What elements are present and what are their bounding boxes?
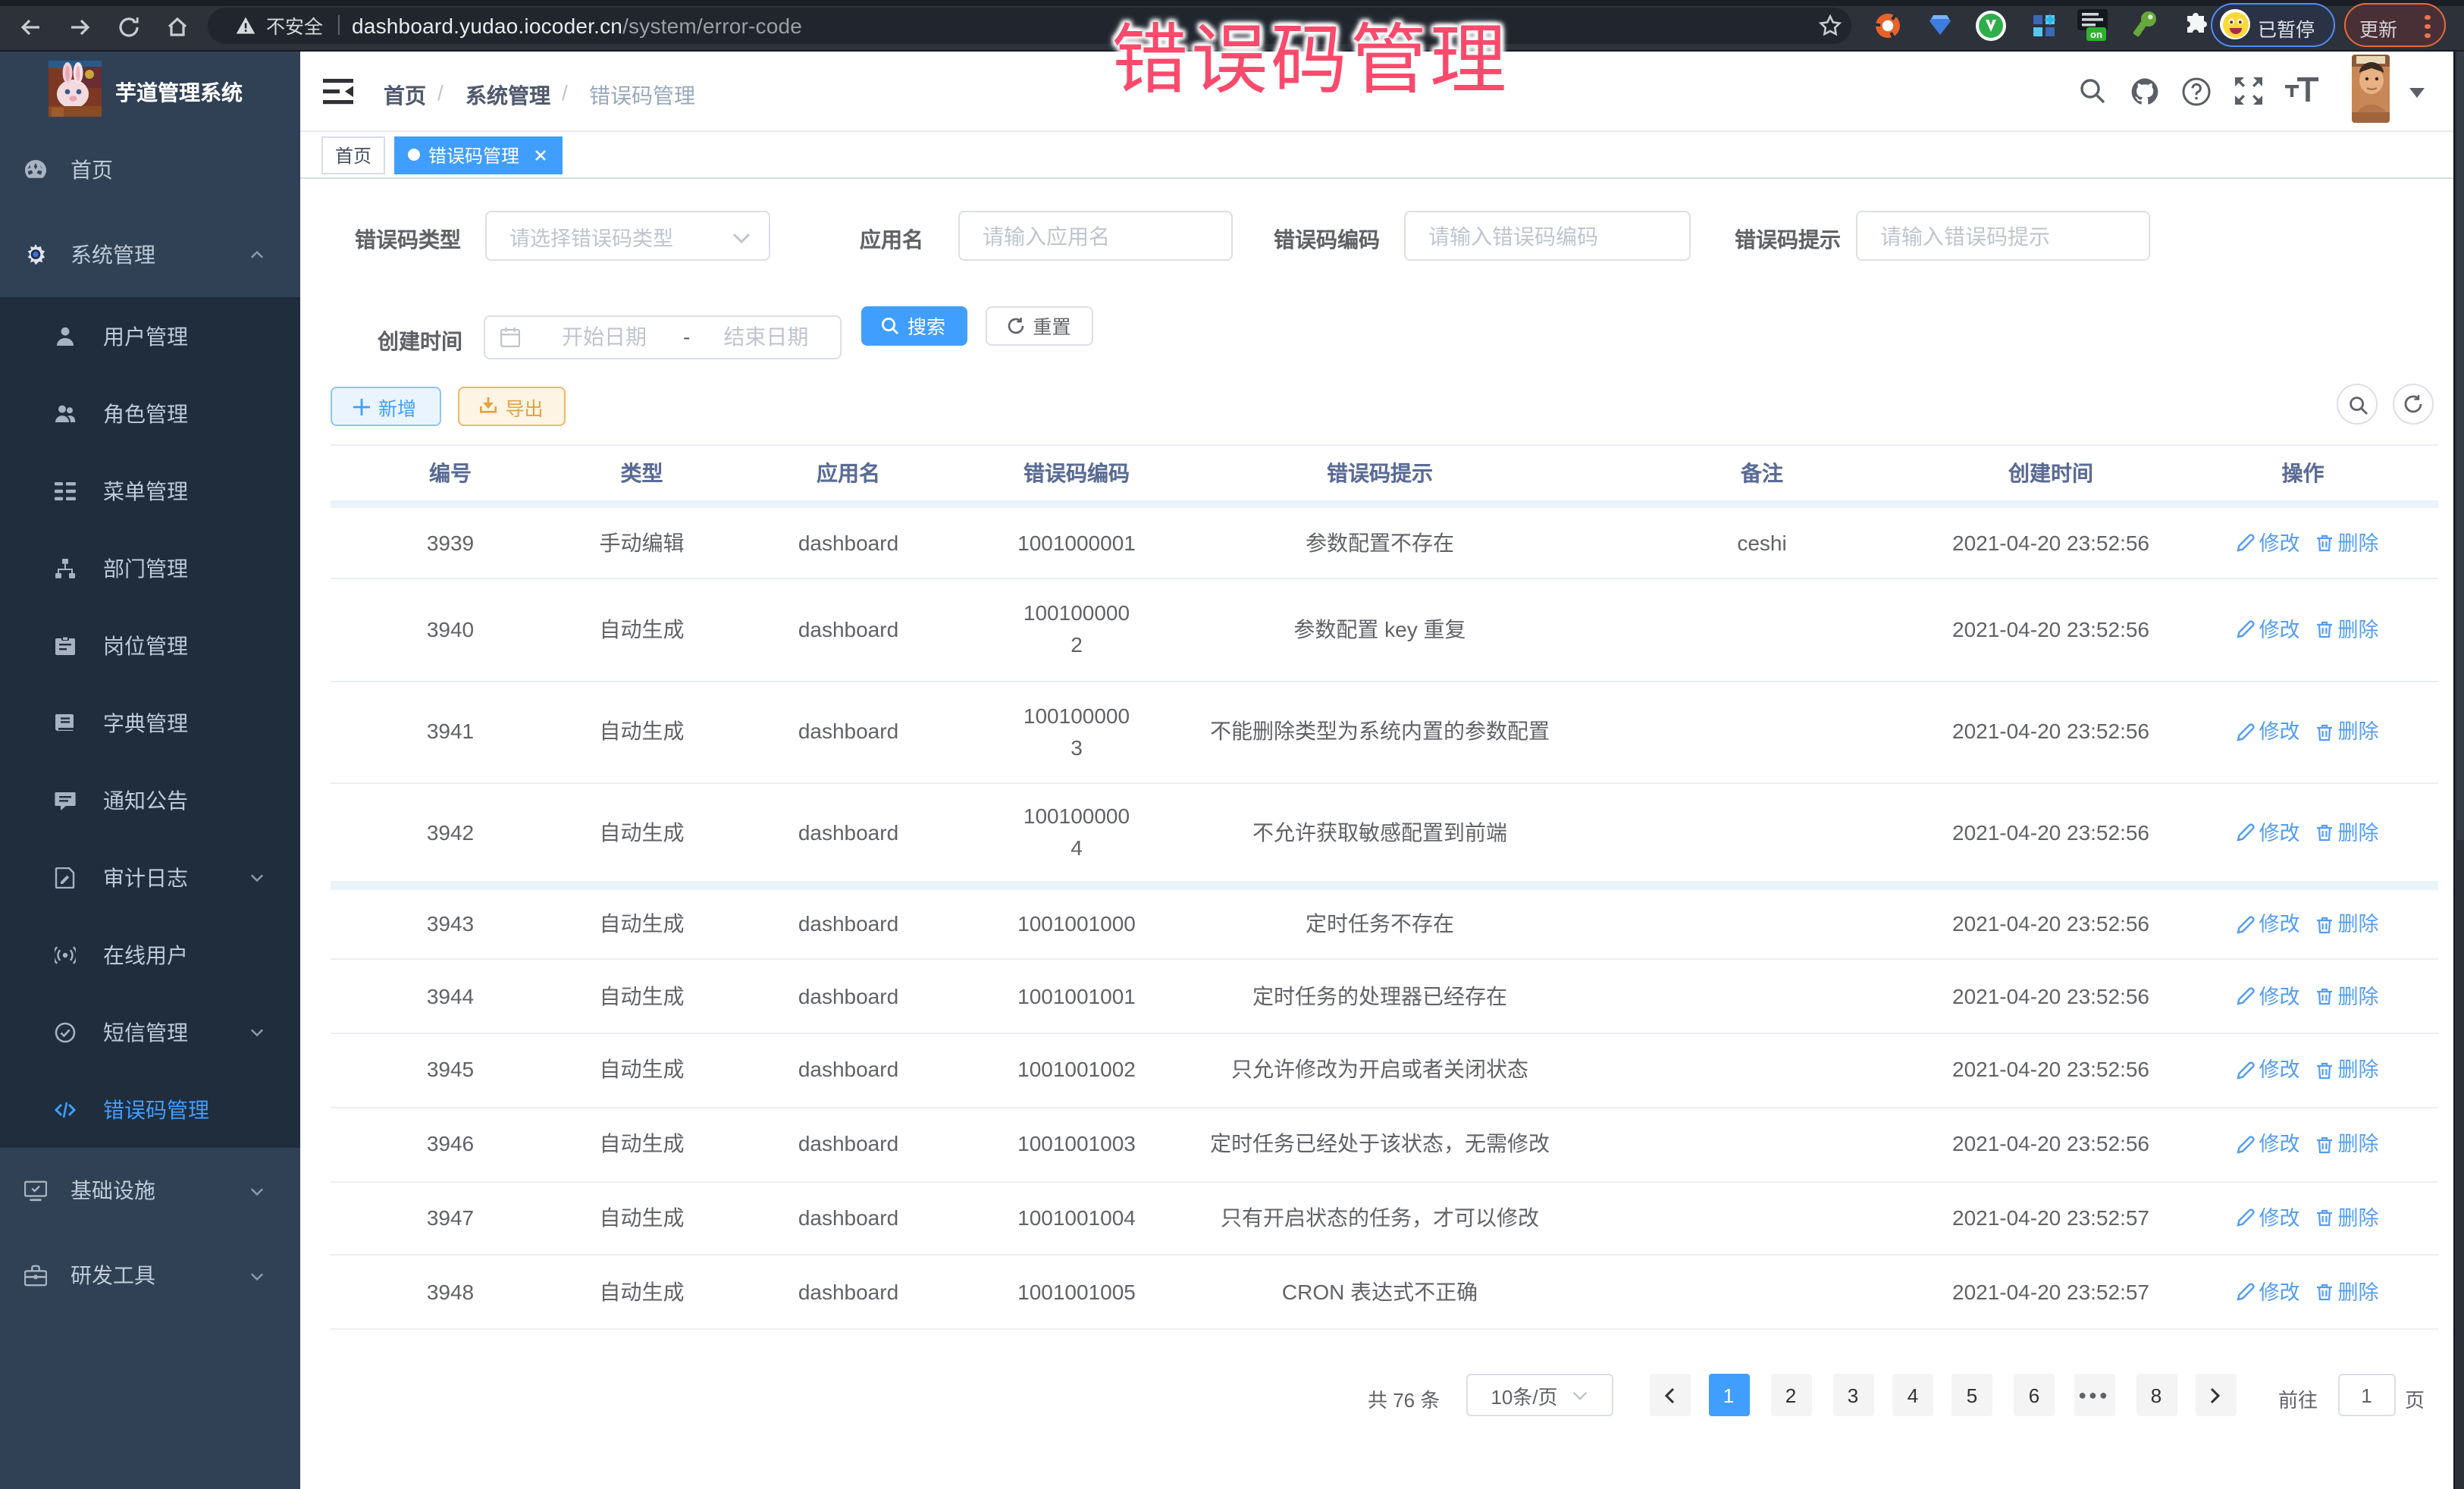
- svg-text:on: on: [2090, 29, 2102, 40]
